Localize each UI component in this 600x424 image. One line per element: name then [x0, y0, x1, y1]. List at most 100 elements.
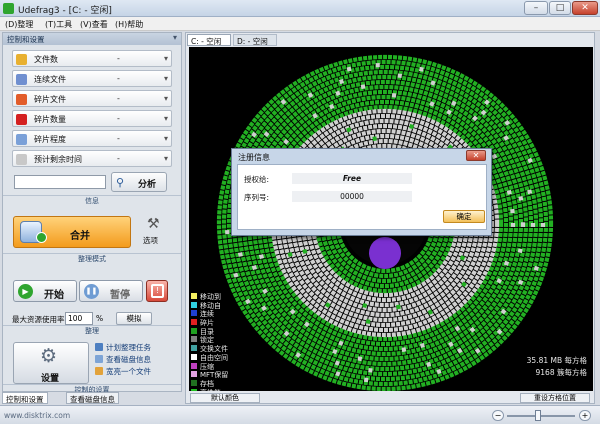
stat-value: - — [117, 54, 120, 63]
fragment-count-icon — [16, 114, 27, 125]
start-label: 开始 — [44, 290, 64, 301]
minimize-button[interactable]: – — [524, 1, 548, 15]
legend-label: 交换文件 — [200, 345, 228, 354]
tab-disk-info[interactable]: 查看磁盘信息 — [66, 392, 119, 404]
legend-swatch — [191, 379, 197, 386]
stat-row[interactable]: 碎片程度 - ▾ — [12, 130, 172, 147]
search-input[interactable] — [14, 175, 106, 189]
panel-tabs: 控制和设置 查看磁盘信息 — [2, 392, 182, 404]
pin-icon[interactable]: ▾ — [173, 33, 177, 42]
settings-button[interactable]: ⚙ 设置 — [13, 342, 89, 384]
clusters-per-block: 9168 簇每方格 — [535, 368, 587, 377]
stat-value: - — [117, 114, 120, 123]
website-url[interactable]: www.disktrix.com — [4, 411, 70, 420]
stat-label: 文件数 — [34, 55, 58, 64]
chevron-down-icon: ▾ — [163, 154, 168, 163]
stat-value: - — [117, 94, 120, 103]
stop-button[interactable]: ! — [146, 280, 168, 302]
legend-item: 移动自 — [191, 301, 261, 310]
chevron-down-icon: ▾ — [163, 94, 168, 103]
schedule-task-link[interactable]: 计划整理任务 — [95, 342, 151, 353]
stat-row[interactable]: 碎片数量 - ▾ — [12, 110, 172, 127]
tools-icon: ⚒ — [147, 216, 160, 232]
stat-row[interactable]: 连续文件 - ▾ — [12, 70, 172, 87]
merge-button[interactable]: 合并 — [13, 216, 131, 248]
stat-row[interactable]: 预计剩余时间 - ▾ — [12, 150, 172, 167]
fragmented-file-icon — [16, 94, 27, 105]
chevron-down-icon: ▾ — [163, 134, 168, 143]
title-bar: Udefrag3 - [C: - 空闲] – □ ✕ — [0, 0, 600, 17]
menu-defrag[interactable]: (D)整理 — [5, 19, 33, 30]
analyze-button[interactable]: ⚲ 分析 — [111, 172, 167, 192]
resource-usage-input[interactable]: 100 — [65, 312, 93, 325]
serial-value: 00000 — [292, 191, 412, 202]
legend-item: 高性能 — [191, 388, 261, 391]
stat-value: - — [117, 154, 120, 163]
menu-help[interactable]: (H)帮助 — [115, 19, 143, 30]
zoom-out-button[interactable]: − — [492, 410, 504, 421]
stat-label: 碎片文件 — [34, 95, 66, 104]
dialog-body: 授权给: Free 序列号: 00000 确定 — [237, 164, 487, 230]
legend-item: 目录 — [191, 327, 261, 336]
tab-control-settings[interactable]: 控制和设置 — [2, 392, 48, 404]
legend-label: 移动到 — [200, 293, 221, 301]
disk-info-link[interactable]: 查看磁盘信息 — [95, 354, 151, 365]
legend-item: 交换文件 — [191, 344, 261, 353]
defrag-section-label: 整理 — [3, 325, 181, 335]
legend-item: MFT保留 — [191, 370, 261, 379]
play-icon: ▶ — [18, 284, 33, 299]
close-button[interactable]: ✕ — [572, 1, 598, 15]
menu-tools[interactable]: (T)工具 — [45, 19, 72, 30]
stat-row[interactable]: 文件数 - ▾ — [12, 50, 172, 67]
registration-dialog: 注册信息 ✕ 授权给: Free 序列号: 00000 确定 — [231, 148, 492, 236]
legend-label: 存档 — [200, 379, 214, 388]
stat-row[interactable]: 碎片文件 - ▾ — [12, 90, 172, 107]
zoom-slider-track[interactable] — [507, 415, 575, 417]
analyze-label: 分析 — [138, 180, 157, 190]
stop-icon: ! — [151, 284, 164, 298]
settings-label: 设置 — [41, 374, 60, 384]
dialog-close-button[interactable]: ✕ — [466, 150, 486, 161]
legend-swatch — [191, 388, 197, 391]
legend-item: 锁定 — [191, 335, 261, 344]
time-remaining-icon — [16, 154, 27, 165]
serial-label: 序列号: — [244, 193, 270, 202]
default-color-button[interactable]: 默认颜色 — [190, 393, 260, 403]
contiguous-file-icon — [16, 74, 27, 85]
wrench-icon: ⚙ — [40, 345, 58, 367]
mode-section-label: 整理模式 — [3, 253, 181, 263]
legend-swatch — [191, 319, 197, 326]
start-button[interactable]: ▶ 开始 — [13, 280, 77, 302]
pause-icon: ❚❚ — [84, 284, 99, 299]
legend-label: 自由空间 — [200, 353, 228, 362]
stat-value: - — [117, 134, 120, 143]
legend-label: MFT保留 — [200, 371, 229, 380]
maximize-button[interactable]: □ — [549, 1, 571, 15]
ok-button[interactable]: 确定 — [443, 210, 485, 223]
dialog-title: 注册信息 — [238, 153, 270, 162]
tab-drive-c[interactable]: C: - 空闲 — [187, 34, 231, 46]
stat-label: 预计剩余时间 — [34, 155, 82, 164]
zoom-in-button[interactable]: + — [579, 410, 591, 421]
legend-item: 压缩 — [191, 362, 261, 371]
legend-item: 碎片 — [191, 318, 261, 327]
simulate-button[interactable]: 模拟 — [116, 312, 152, 325]
mb-per-block: 35.81 MB 每方格 — [526, 356, 587, 365]
chevron-down-icon: ▾ — [163, 74, 168, 83]
pause-label: 暂停 — [110, 290, 130, 301]
merge-label: 合并 — [70, 231, 90, 242]
reset-block-position-button[interactable]: 重设方格位置 — [520, 393, 590, 403]
check-icon — [36, 232, 47, 243]
legend-swatch — [191, 327, 197, 334]
zoom-slider-thumb[interactable] — [535, 410, 541, 421]
options-button[interactable]: ⚒ 选项 — [137, 216, 173, 248]
menu-view[interactable]: (V)查看 — [80, 19, 108, 30]
legend-item: 移动到 — [191, 292, 261, 301]
legend-label: 高性能 — [200, 389, 221, 391]
highlight-file-link[interactable]: 宽亮一个文件 — [95, 366, 151, 377]
options-label: 选项 — [143, 236, 158, 245]
pause-button[interactable]: ❚❚ 暂停 — [79, 280, 143, 302]
status-bar: www.disktrix.com − + — [0, 405, 600, 424]
tab-drive-d[interactable]: D: - 空闲 — [233, 34, 277, 46]
legend-item: 自由空间 — [191, 353, 261, 362]
